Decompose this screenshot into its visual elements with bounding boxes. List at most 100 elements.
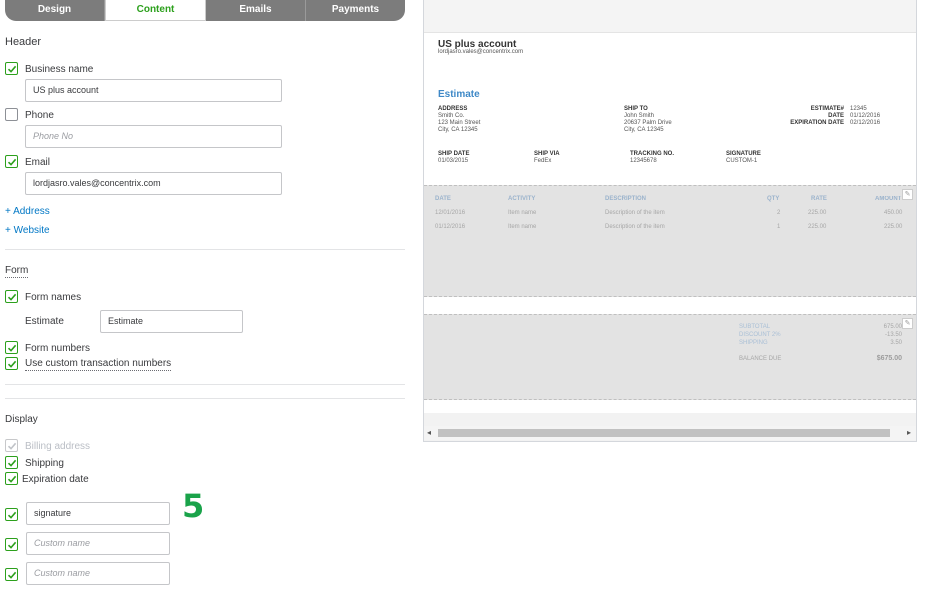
check-icon — [7, 344, 16, 352]
tab-content[interactable]: Content — [105, 0, 206, 21]
settings-panel: Design Content Emails Payments Header Bu… — [0, 0, 410, 596]
check-icon — [7, 511, 16, 519]
address-line: City, CA 12345 — [438, 127, 478, 133]
tab-design[interactable]: Design — [5, 0, 105, 21]
preview-ship-to: SHIP TO John Smith 20637 Palm Drive City… — [624, 106, 672, 134]
check-icon — [7, 459, 16, 467]
custom-field-1-checkbox[interactable] — [5, 508, 18, 521]
custom-field-3-input[interactable]: Custom name — [26, 562, 170, 585]
meta-value: 01/12/2016 — [850, 113, 881, 119]
preview-tracking: TRACKING NO. 12345678 — [630, 151, 674, 165]
shipto-line: John Smith — [624, 113, 655, 119]
custom-field-1-input[interactable]: signature — [26, 502, 170, 525]
expiration-date-checkbox[interactable] — [5, 472, 18, 485]
estimate-name-input[interactable]: Estimate — [100, 310, 243, 333]
col-header-qty: QTY — [767, 196, 780, 202]
form-names-checkbox[interactable] — [5, 290, 18, 303]
phone-label: Phone — [25, 110, 54, 121]
preview-totals[interactable]: SUBTOTAL DISCOUNT 2% SHIPPING 675.00 -13… — [424, 314, 916, 400]
check-icon — [7, 293, 16, 301]
tab-payments[interactable]: Payments — [306, 0, 405, 21]
preview-signature: SIGNATURE CUSTOM-1 — [726, 151, 761, 165]
scroll-right-icon[interactable]: ▸ — [907, 428, 911, 437]
shipping-checkbox[interactable] — [5, 456, 18, 469]
row-date: 01/12/2016 — [435, 224, 466, 230]
tracking-value: 12345678 — [630, 158, 657, 164]
preview-ship-via: SHIP VIA FedEx — [534, 151, 560, 165]
row-amount: 225.00 — [884, 224, 903, 230]
preview-ship-date: SHIP DATE 01/03/2015 — [438, 151, 469, 165]
divider — [5, 398, 405, 399]
edit-pencil-icon[interactable]: ✎ — [902, 189, 913, 200]
email-label: Email — [25, 157, 51, 168]
business-name-input[interactable]: US plus account — [25, 79, 282, 102]
row-amount: 450.00 — [884, 210, 903, 216]
phone-checkbox[interactable] — [5, 108, 18, 121]
row-qty: 1 — [777, 224, 781, 230]
col-header-activity: ACTIVITY — [508, 196, 536, 202]
scroll-left-icon[interactable]: ◂ — [427, 428, 431, 437]
subtotal-label: SUBTOTAL — [739, 324, 771, 330]
custom-numbers-checkbox[interactable] — [5, 357, 18, 370]
custom-field-2-input[interactable]: Custom name — [26, 532, 170, 555]
billing-address-checkbox — [5, 439, 18, 452]
address-line: Smith Co. — [438, 113, 465, 119]
display-section-title: Display — [5, 414, 38, 425]
scrollbar-thumb[interactable] — [438, 429, 890, 437]
preview-meta-values: 12345 01/12/2016 02/12/2016 — [850, 106, 880, 127]
tracking-head: TRACKING NO. — [630, 151, 674, 157]
custom-field-3-checkbox[interactable] — [5, 568, 18, 581]
form-section-title: Form — [5, 265, 29, 278]
form-names-label: Form names — [25, 292, 82, 303]
meta-label: DATE — [828, 113, 844, 119]
form-numbers-checkbox[interactable] — [5, 341, 18, 354]
shipping-label: Shipping — [25, 458, 64, 469]
edit-pencil-icon[interactable]: ✎ — [902, 318, 913, 329]
ship-date-head: SHIP DATE — [438, 151, 470, 157]
billing-address-label: Billing address — [25, 441, 91, 452]
preview-company-email: lordjasro.vales@concentrix.com — [438, 49, 524, 55]
phone-input[interactable]: Phone No — [25, 125, 282, 148]
header-section-title: Header — [5, 36, 42, 48]
meta-value: 02/12/2016 — [850, 120, 881, 126]
custom-field-2-checkbox[interactable] — [5, 538, 18, 551]
ship-via-head: SHIP VIA — [534, 151, 560, 157]
shipto-line: City, CA 12345 — [624, 127, 664, 133]
estimate-label: Estimate — [25, 316, 64, 327]
form-numbers-label: Form numbers — [25, 343, 91, 354]
check-icon — [7, 475, 16, 483]
business-name-checkbox[interactable] — [5, 62, 18, 75]
preview-meta-labels: ESTIMATE# DATE EXPIRATION DATE — [764, 106, 844, 127]
balance-value: $675.00 — [876, 355, 902, 362]
preview-horizontal-scrollbar[interactable]: ◂ ▸ — [424, 426, 916, 440]
address-head: ADDRESS — [438, 106, 468, 112]
totals-labels: SUBTOTAL DISCOUNT 2% SHIPPING — [739, 323, 781, 347]
email-checkbox[interactable] — [5, 155, 18, 168]
custom-numbers-text: Use custom transaction numbers — [25, 358, 172, 371]
preview-items-table[interactable]: DATE ACTIVITY DESCRIPTION QTY RATE AMOUN… — [424, 185, 916, 297]
check-icon — [7, 158, 16, 166]
balance-label: BALANCE DUE — [739, 356, 782, 362]
row-qty: 2 — [777, 210, 781, 216]
add-address-link[interactable]: + Address — [5, 206, 50, 217]
check-icon — [7, 360, 16, 368]
discount-label: DISCOUNT 2% — [739, 332, 781, 338]
signature-value: CUSTOM-1 — [726, 158, 758, 164]
col-header-rate: RATE — [811, 196, 827, 202]
ship-via-value: FedEx — [534, 158, 552, 164]
ship-date-value: 01/03/2015 — [438, 158, 469, 164]
check-icon — [7, 571, 16, 579]
row-description: Description of the item — [605, 210, 665, 216]
check-icon — [7, 541, 16, 549]
divider — [5, 249, 405, 250]
step-marker: 5 — [182, 487, 205, 525]
add-website-link[interactable]: + Website — [5, 225, 50, 236]
subtotal-value: 675.00 — [883, 324, 902, 330]
check-icon — [7, 442, 16, 450]
email-input[interactable]: lordjasro.vales@concentrix.com — [25, 172, 282, 195]
form-title-text: Form — [5, 265, 29, 278]
discount-value: -13.50 — [884, 332, 902, 338]
shipping-value: 3.50 — [890, 340, 902, 346]
tab-bar: Design Content Emails Payments — [5, 0, 405, 21]
tab-emails[interactable]: Emails — [206, 0, 306, 21]
